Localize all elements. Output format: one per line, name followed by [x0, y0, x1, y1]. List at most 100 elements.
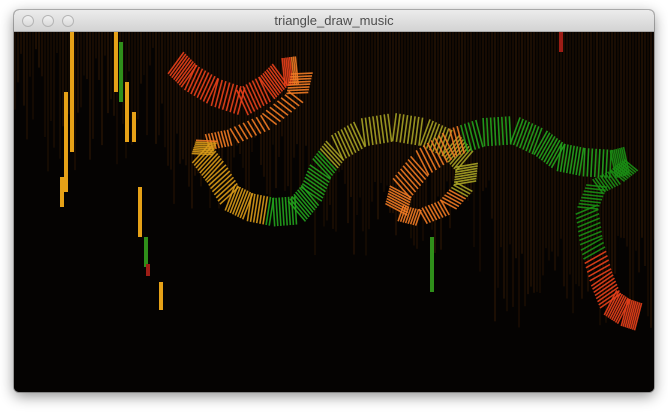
- spectrum-bar: [620, 32, 622, 238]
- ribbon-segment: [290, 75, 313, 78]
- spectrum-bar: [653, 32, 654, 240]
- spectrum-bar: [308, 32, 310, 184]
- spectrum-bar: [314, 32, 316, 256]
- spectrum-bar: [368, 32, 370, 230]
- spectrum-bar: [149, 32, 151, 66]
- spectrum-bar: [485, 32, 487, 188]
- accent-bar: [132, 112, 136, 142]
- spectrum-bar: [134, 32, 136, 121]
- spectrum-bar: [530, 32, 532, 287]
- spectrum-bar: [92, 32, 94, 139]
- spectrum-bar: [611, 32, 613, 302]
- spectrum-bar: [155, 32, 157, 144]
- spectrum-bar: [305, 32, 307, 146]
- visualization-canvas[interactable]: [14, 32, 654, 392]
- spectrum-bar: [185, 32, 187, 166]
- accent-bar: [125, 82, 129, 142]
- accent-bar: [70, 32, 74, 152]
- spectrum-bar: [35, 32, 37, 50]
- spectrum-bar: [518, 32, 520, 328]
- spectrum-bar: [137, 32, 139, 120]
- spectrum-bar: [53, 32, 55, 148]
- ribbon-segment: [194, 143, 217, 146]
- spectrum-bar: [425, 32, 427, 218]
- ribbon-segment: [195, 141, 217, 145]
- spectrum-bar: [38, 32, 40, 68]
- spectrum-bar: [20, 32, 22, 54]
- ribbon-segment: [287, 88, 309, 92]
- spectrum-bar: [62, 32, 64, 127]
- spectrum-bar: [59, 32, 61, 159]
- spectrum-bar: [383, 32, 385, 193]
- accent-bar: [430, 237, 434, 292]
- spectrum-bar: [443, 32, 445, 212]
- spectrum-bar: [56, 32, 58, 54]
- spectrum-bar: [188, 32, 190, 187]
- spectrum-bar: [350, 32, 352, 197]
- accent-bar: [60, 177, 64, 207]
- spectrum-bar: [89, 32, 91, 160]
- accent-bar: [64, 92, 68, 192]
- spectrum-bar: [80, 32, 82, 108]
- ribbon-segment: [195, 139, 218, 143]
- spectrum-bar: [488, 32, 490, 181]
- spectrum-bar: [77, 32, 79, 113]
- spectrum-bar: [641, 32, 643, 238]
- window-title: triangle_draw_music: [274, 13, 394, 28]
- ribbon-segment: [288, 83, 311, 86]
- spectrum-bar: [503, 32, 505, 299]
- spectrum-bar: [74, 32, 76, 171]
- spectrum-bar: [326, 32, 328, 221]
- accent-bar: [146, 264, 150, 276]
- spectrum-bar: [536, 32, 538, 292]
- spectrum-bar: [359, 32, 361, 198]
- spectrum-bar: [650, 32, 652, 328]
- spectrum-bar: [110, 32, 112, 100]
- ribbon-segment: [288, 80, 311, 84]
- ribbon-segment: [289, 77, 312, 81]
- spectrum-bar: [332, 32, 334, 229]
- spectrum-bar: [143, 32, 145, 76]
- spectrum-bar: [596, 32, 598, 238]
- spectrum-bar: [191, 32, 193, 209]
- spectrum-bar: [494, 32, 496, 322]
- spectrum-bar: [167, 32, 169, 166]
- spectrum-bar: [173, 32, 175, 204]
- spectrum-bar: [374, 32, 376, 182]
- spectrum-bar: [539, 32, 541, 294]
- accent-bar: [119, 42, 123, 102]
- spectrum-bar: [482, 32, 484, 192]
- spectrum-bar: [86, 32, 88, 80]
- spectrum-bar: [50, 32, 52, 122]
- spectrum-bar: [476, 32, 478, 180]
- accent-bar: [138, 187, 142, 237]
- accent-bar: [114, 32, 118, 92]
- spectrum-bar: [512, 32, 514, 307]
- spectrum-bar: [533, 32, 535, 293]
- accent-bar: [144, 237, 148, 267]
- spectrum-bar: [623, 32, 625, 239]
- spectrum-bar: [17, 32, 19, 83]
- spectrum-bar: [380, 32, 382, 183]
- spectrum-bar: [146, 32, 148, 136]
- spectrum-bar: [170, 32, 172, 170]
- spectrum-bar: [299, 32, 301, 191]
- ribbon-segment: [290, 72, 313, 75]
- spectrum-bar: [638, 32, 640, 273]
- spectrum-bar: [500, 32, 502, 248]
- spectrum-bar: [251, 32, 253, 153]
- spectrum-bar: [209, 32, 211, 209]
- spectrum-bar: [356, 32, 358, 216]
- spectrum-bar: [647, 32, 649, 317]
- sketch-canvas[interactable]: [14, 32, 654, 392]
- spectrum-bar: [161, 32, 163, 104]
- spectrum-bar: [32, 32, 34, 120]
- spectrum-bar: [479, 32, 481, 272]
- spectrum-bar: [335, 32, 337, 232]
- spectrum-bar: [344, 32, 346, 184]
- title-bar[interactable]: triangle_draw_music: [14, 10, 654, 32]
- spectrum-bar: [302, 32, 304, 184]
- spectrum-bar: [47, 32, 49, 172]
- spectrum-bar: [128, 32, 130, 72]
- spectrum-bar: [626, 32, 628, 247]
